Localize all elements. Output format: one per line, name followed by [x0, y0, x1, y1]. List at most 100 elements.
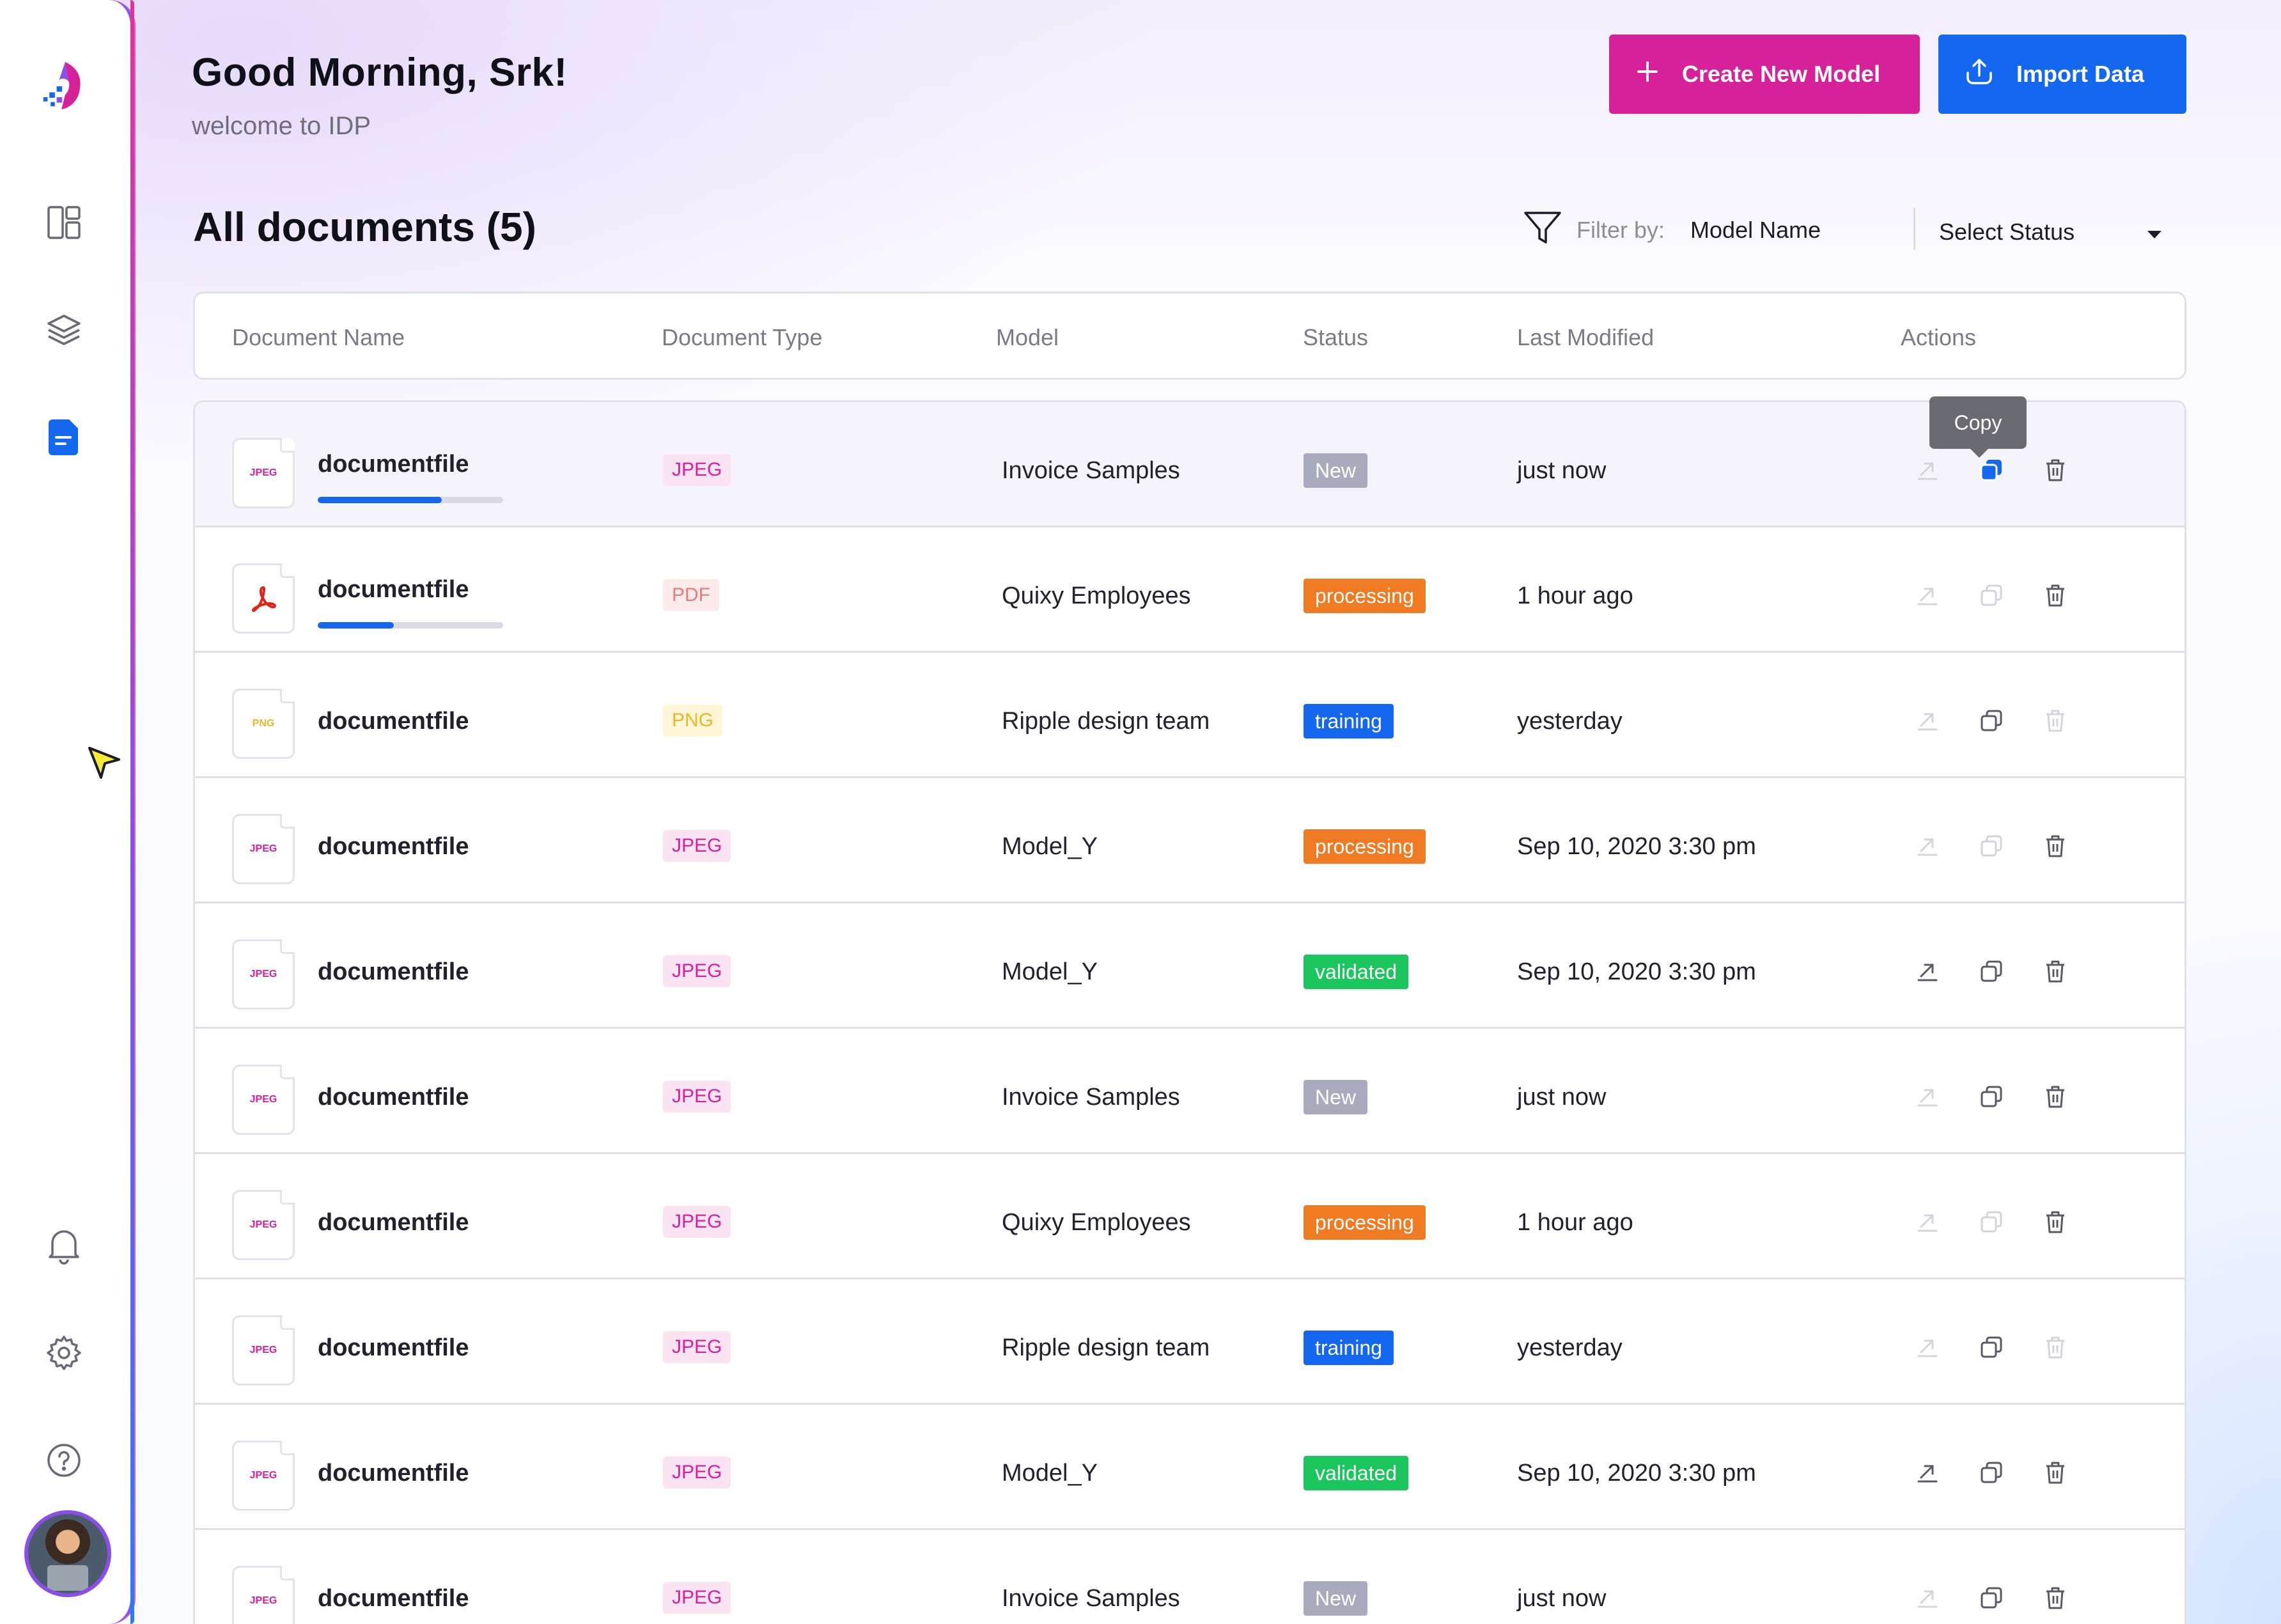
model-name: Invoice Samples — [1002, 457, 1180, 484]
column-document-type[interactable]: Document Type — [662, 324, 822, 351]
copy-icon[interactable] — [1976, 705, 2007, 736]
logo-icon[interactable] — [41, 62, 87, 109]
model-name: Invoice Samples — [1002, 1084, 1180, 1111]
document-name[interactable]: documentfile — [318, 958, 469, 986]
copy-icon[interactable] — [1976, 956, 2007, 987]
document-type-badge: JPEG — [663, 1456, 731, 1488]
mouse-cursor-icon — [87, 746, 123, 785]
document-type-badge: PDF — [663, 579, 719, 611]
status-badge: processing — [1304, 829, 1426, 864]
filter-divider — [1913, 208, 1915, 250]
file-type-icon: JPEG — [232, 1190, 295, 1260]
column-model[interactable]: Model — [996, 324, 1059, 351]
trash-icon[interactable] — [2040, 956, 2071, 987]
open-icon[interactable] — [1912, 1081, 1943, 1112]
model-name: Ripple design team — [1002, 1334, 1210, 1361]
open-icon[interactable] — [1912, 1206, 1943, 1237]
trash-icon[interactable] — [2040, 455, 2071, 485]
document-name[interactable]: documentfile — [318, 708, 469, 735]
table-row[interactable]: documentfile PDF Quixy Employees processing… — [195, 527, 2184, 653]
file-type-icon: JPEG — [232, 438, 295, 508]
document-type-badge: JPEG — [663, 1081, 731, 1113]
model-name: Model_Y — [1002, 833, 1098, 860]
document-name[interactable]: documentfile — [318, 1084, 469, 1111]
filter-by[interactable]: Filter by: Model Name — [1523, 205, 1821, 256]
table-row[interactable]: JPEG documentfile JPEG Invoice Samples New ju… — [195, 1530, 2184, 1624]
trash-icon[interactable] — [2040, 705, 2071, 736]
open-icon[interactable] — [1912, 831, 1943, 861]
copy-icon[interactable] — [1976, 831, 2007, 861]
table-row[interactable]: JPEG documentfile JPEG Quixy Employees proce… — [195, 1154, 2184, 1279]
avatar[interactable] — [24, 1510, 111, 1597]
greeting: Good Morning, Srk! — [192, 51, 568, 95]
upload-progress-bar — [318, 497, 503, 503]
trash-icon[interactable] — [2040, 1457, 2071, 1488]
copy-icon[interactable] — [1976, 1332, 2007, 1362]
column-last-modified[interactable]: Last Modified — [1517, 324, 1654, 351]
table-header: Document Name Document Type Model Status… — [193, 292, 2186, 380]
open-icon[interactable] — [1912, 580, 1943, 611]
last-modified: just now — [1517, 1585, 1607, 1612]
layers-icon[interactable] — [41, 307, 87, 353]
filter-label: Filter by: — [1576, 217, 1665, 243]
file-type-icon: PNG — [232, 689, 295, 759]
trash-icon[interactable] — [2040, 831, 2071, 861]
last-modified: 1 hour ago — [1517, 1209, 1633, 1236]
document-name[interactable]: documentfile — [318, 1334, 469, 1362]
table-row[interactable]: JPEG documentfile JPEG Invoice Samples New ju… — [195, 1029, 2184, 1154]
table-row[interactable]: JPEG documentfile JPEG Model_Y validated Sep … — [195, 903, 2184, 1029]
copy-icon[interactable] — [1976, 580, 2007, 611]
model-name: Ripple design team — [1002, 708, 1210, 735]
trash-icon[interactable] — [2040, 1582, 2071, 1613]
open-icon[interactable] — [1912, 705, 1943, 736]
status-badge: New — [1304, 453, 1368, 488]
document-icon[interactable] — [41, 414, 87, 460]
create-new-model-button[interactable]: Create New Model — [1609, 35, 1920, 114]
copy-icon[interactable] — [1976, 1582, 2007, 1613]
column-document-name[interactable]: Document Name — [232, 324, 405, 351]
file-type-icon — [232, 563, 295, 634]
table-row[interactable]: JPEG documentfile JPEG Model_Y processing Sep… — [195, 778, 2184, 903]
open-icon[interactable] — [1912, 1582, 1943, 1613]
document-name[interactable]: documentfile — [318, 576, 469, 604]
document-name[interactable]: documentfile — [318, 1585, 469, 1612]
document-type-badge: JPEG — [663, 1331, 731, 1363]
table-row[interactable]: JPEG documentfile JPEG Ripple design team tr… — [195, 1279, 2184, 1405]
table-row[interactable]: JPEG documentfile JPEG Invoice Samples New ju… — [195, 402, 2184, 527]
last-modified: just now — [1517, 1084, 1607, 1111]
filter-value[interactable]: Model Name — [1690, 217, 1821, 244]
table-row[interactable]: PNG documentfile PNG Ripple design team trai… — [195, 653, 2184, 778]
open-icon[interactable] — [1912, 1457, 1943, 1488]
copy-icon[interactable] — [1976, 455, 2007, 485]
document-name[interactable]: documentfile — [318, 833, 469, 861]
gear-icon[interactable] — [41, 1330, 87, 1376]
copy-icon[interactable] — [1976, 1457, 2007, 1488]
model-name: Quixy Employees — [1002, 1209, 1191, 1236]
open-icon[interactable] — [1912, 956, 1943, 987]
copy-icon[interactable] — [1976, 1206, 2007, 1237]
document-type-badge: JPEG — [663, 830, 731, 862]
sidebar — [0, 0, 134, 1624]
document-name[interactable]: documentfile — [318, 451, 469, 478]
status-select[interactable]: Select Status — [1939, 216, 2163, 248]
document-name[interactable]: documentfile — [318, 1209, 469, 1237]
open-icon[interactable] — [1912, 455, 1943, 485]
last-modified: yesterday — [1517, 1334, 1623, 1361]
status-badge: training — [1304, 704, 1394, 738]
table-row[interactable]: JPEG documentfile JPEG Model_Y validated Sep … — [195, 1405, 2184, 1530]
trash-icon[interactable] — [2040, 1206, 2071, 1237]
bell-icon[interactable] — [41, 1222, 87, 1269]
document-name[interactable]: documentfile — [318, 1460, 469, 1487]
file-type-icon: JPEG — [232, 1441, 295, 1511]
section-title: All documents (5) — [193, 204, 536, 250]
trash-icon[interactable] — [2040, 580, 2071, 611]
status-badge: New — [1304, 1581, 1368, 1616]
column-status[interactable]: Status — [1303, 324, 1368, 351]
open-icon[interactable] — [1912, 1332, 1943, 1362]
help-icon[interactable] — [41, 1437, 87, 1483]
dashboard-icon[interactable] — [41, 199, 87, 246]
copy-icon[interactable] — [1976, 1081, 2007, 1112]
import-data-button[interactable]: Import Data — [1938, 35, 2186, 114]
trash-icon[interactable] — [2040, 1332, 2071, 1362]
trash-icon[interactable] — [2040, 1081, 2071, 1112]
